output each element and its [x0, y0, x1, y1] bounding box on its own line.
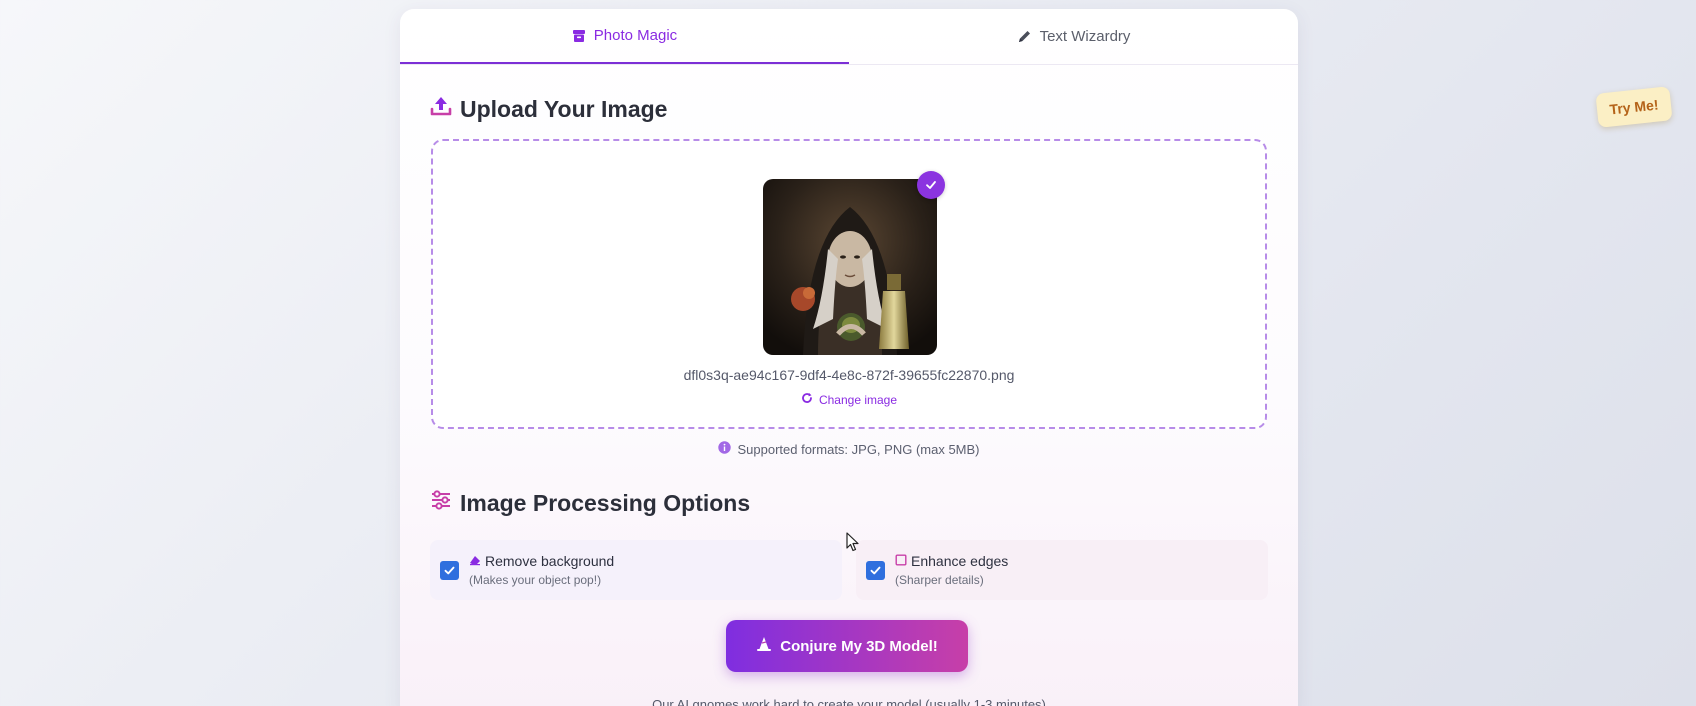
supported-formats: Supported formats: JPG, PNG (max 5MB)	[400, 441, 1298, 457]
remove-background-checkbox[interactable]	[440, 560, 459, 580]
mouse-cursor-icon	[846, 532, 860, 557]
supported-formats-text: Supported formats: JPG, PNG (max 5MB)	[737, 441, 980, 457]
image-preview	[763, 171, 945, 355]
upload-title-text: Upload Your Image	[460, 95, 668, 122]
check-icon	[926, 181, 936, 189]
info-icon	[718, 441, 732, 457]
options-title-text: Image Processing Options	[460, 489, 751, 516]
tab-text-wizardry[interactable]: Text Wizardry	[849, 9, 1298, 64]
options-section-title: Image Processing Options	[430, 489, 750, 517]
eraser-icon	[469, 553, 481, 569]
square-icon	[895, 553, 907, 569]
wizard-hat-icon	[756, 636, 772, 656]
tab-photo-magic[interactable]: Photo Magic	[400, 9, 849, 64]
upload-section-title: Upload Your Image	[430, 95, 667, 123]
option-enhance-edges[interactable]: Enhance edges (Sharper details)	[856, 540, 1268, 600]
archive-icon	[572, 29, 586, 43]
remove-background-hint: (Makes your object pop!)	[469, 573, 602, 587]
enhance-edges-checkbox[interactable]	[866, 560, 885, 580]
uploaded-image	[763, 179, 937, 355]
enhance-edges-label: Enhance edges	[911, 553, 1009, 569]
conjure-button-label: Conjure My 3D Model!	[780, 637, 938, 655]
enhance-edges-hint: (Sharper details)	[895, 573, 984, 587]
conjure-button[interactable]: Conjure My 3D Model!	[726, 620, 968, 672]
change-image-link[interactable]: Change image	[433, 392, 1265, 407]
pencil-icon	[1017, 29, 1032, 44]
sliders-icon	[430, 489, 452, 517]
uploaded-filename: dfl0s3q-ae94c167-9df4-4e8c-872f-39655fc2…	[683, 367, 1015, 383]
change-image-label: Change image	[818, 392, 898, 407]
upload-success-badge	[917, 171, 945, 199]
tab-label: Text Wizardry	[1039, 28, 1131, 45]
option-remove-background[interactable]: Remove background (Makes your object pop…	[430, 540, 842, 600]
upload-icon	[430, 95, 452, 123]
check-icon	[870, 566, 881, 574]
image-dropzone[interactable]: dfl0s3q-ae94c167-9df4-4e8c-872f-39655fc2…	[431, 139, 1267, 429]
try-me-badge[interactable]: Try Me!	[1595, 86, 1673, 128]
main-card: Photo Magic Text Wizardry Upload Your Im…	[400, 9, 1298, 706]
tab-bar: Photo Magic Text Wizardry	[400, 9, 1298, 65]
refresh-icon	[801, 392, 813, 407]
processing-note: Our AI gnomes work hard to create your m…	[652, 697, 1046, 706]
remove-background-label: Remove background	[485, 553, 615, 569]
tab-label: Photo Magic	[593, 27, 678, 44]
check-icon	[444, 566, 455, 574]
